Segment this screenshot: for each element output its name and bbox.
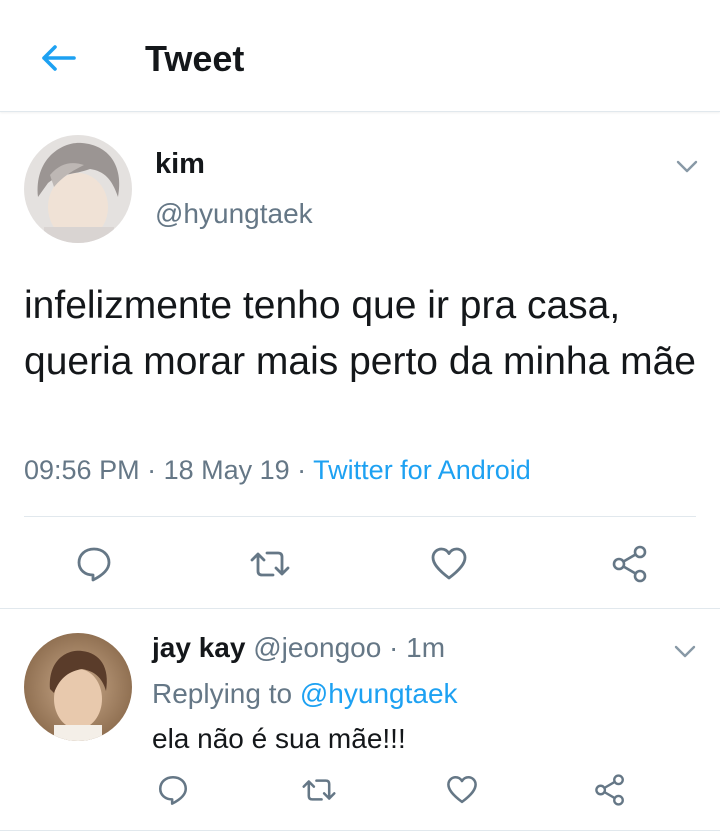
- tweet-source-link[interactable]: Twitter for Android: [313, 455, 531, 485]
- share-icon: [595, 774, 624, 806]
- reply-options-button[interactable]: [670, 637, 700, 665]
- reply-age: 1m: [406, 632, 446, 663]
- page-title: Tweet: [145, 38, 245, 79]
- share-button[interactable]: [606, 540, 654, 588]
- top-app-bar: Tweet: [0, 0, 720, 112]
- retweet-button[interactable]: [246, 540, 294, 588]
- replying-mention-link[interactable]: @hyungtaek: [300, 678, 458, 709]
- reply-button[interactable]: [151, 768, 195, 812]
- reply-header: jay kay @jeongoo · 1m: [152, 632, 445, 664]
- avatar[interactable]: [24, 135, 132, 243]
- back-arrow-icon: [42, 45, 76, 71]
- reply-icon: [77, 547, 111, 582]
- like-icon: [431, 547, 467, 580]
- replying-to: Replying to @hyungtaek: [152, 678, 458, 710]
- retweet-icon: [302, 779, 336, 801]
- tweet-meta: 09:56 PM · 18 May 19 · Twitter for Andro…: [24, 455, 531, 486]
- tweet-text: infelizmente tenho que ir pra casa, quer…: [24, 284, 696, 383]
- tweet-options-button[interactable]: [672, 152, 702, 180]
- back-button[interactable]: [30, 34, 86, 82]
- reply-author-handle[interactable]: @jeongoo: [253, 632, 381, 663]
- like-button[interactable]: [425, 540, 473, 588]
- tweet-time: 09:56 PM: [24, 455, 140, 485]
- meta-separator: ·: [289, 455, 314, 485]
- share-icon: [612, 545, 647, 583]
- retweet-icon: [250, 551, 290, 577]
- meta-separator: ·: [139, 455, 164, 485]
- chevron-down-icon: [676, 160, 698, 173]
- tweet-date: 18 May 19: [163, 455, 290, 485]
- divider: [24, 516, 696, 517]
- avatar[interactable]: [24, 633, 132, 741]
- replying-prefix: Replying to: [152, 678, 300, 709]
- retweet-button[interactable]: [297, 768, 341, 812]
- share-button[interactable]: [588, 768, 632, 812]
- chevron-down-icon: [674, 645, 696, 658]
- like-button[interactable]: [440, 768, 484, 812]
- author-name[interactable]: kim: [155, 148, 205, 181]
- like-icon: [447, 775, 477, 804]
- reply-icon: [158, 775, 188, 805]
- divider: [0, 830, 720, 831]
- reply-text: ela não é sua mãe!!!: [152, 723, 406, 754]
- author-handle[interactable]: @hyungtaek: [155, 198, 313, 230]
- reply-author-name[interactable]: jay kay: [152, 632, 245, 663]
- divider: [0, 608, 720, 609]
- reply-button[interactable]: [70, 540, 118, 588]
- meta-separator: ·: [381, 632, 407, 663]
